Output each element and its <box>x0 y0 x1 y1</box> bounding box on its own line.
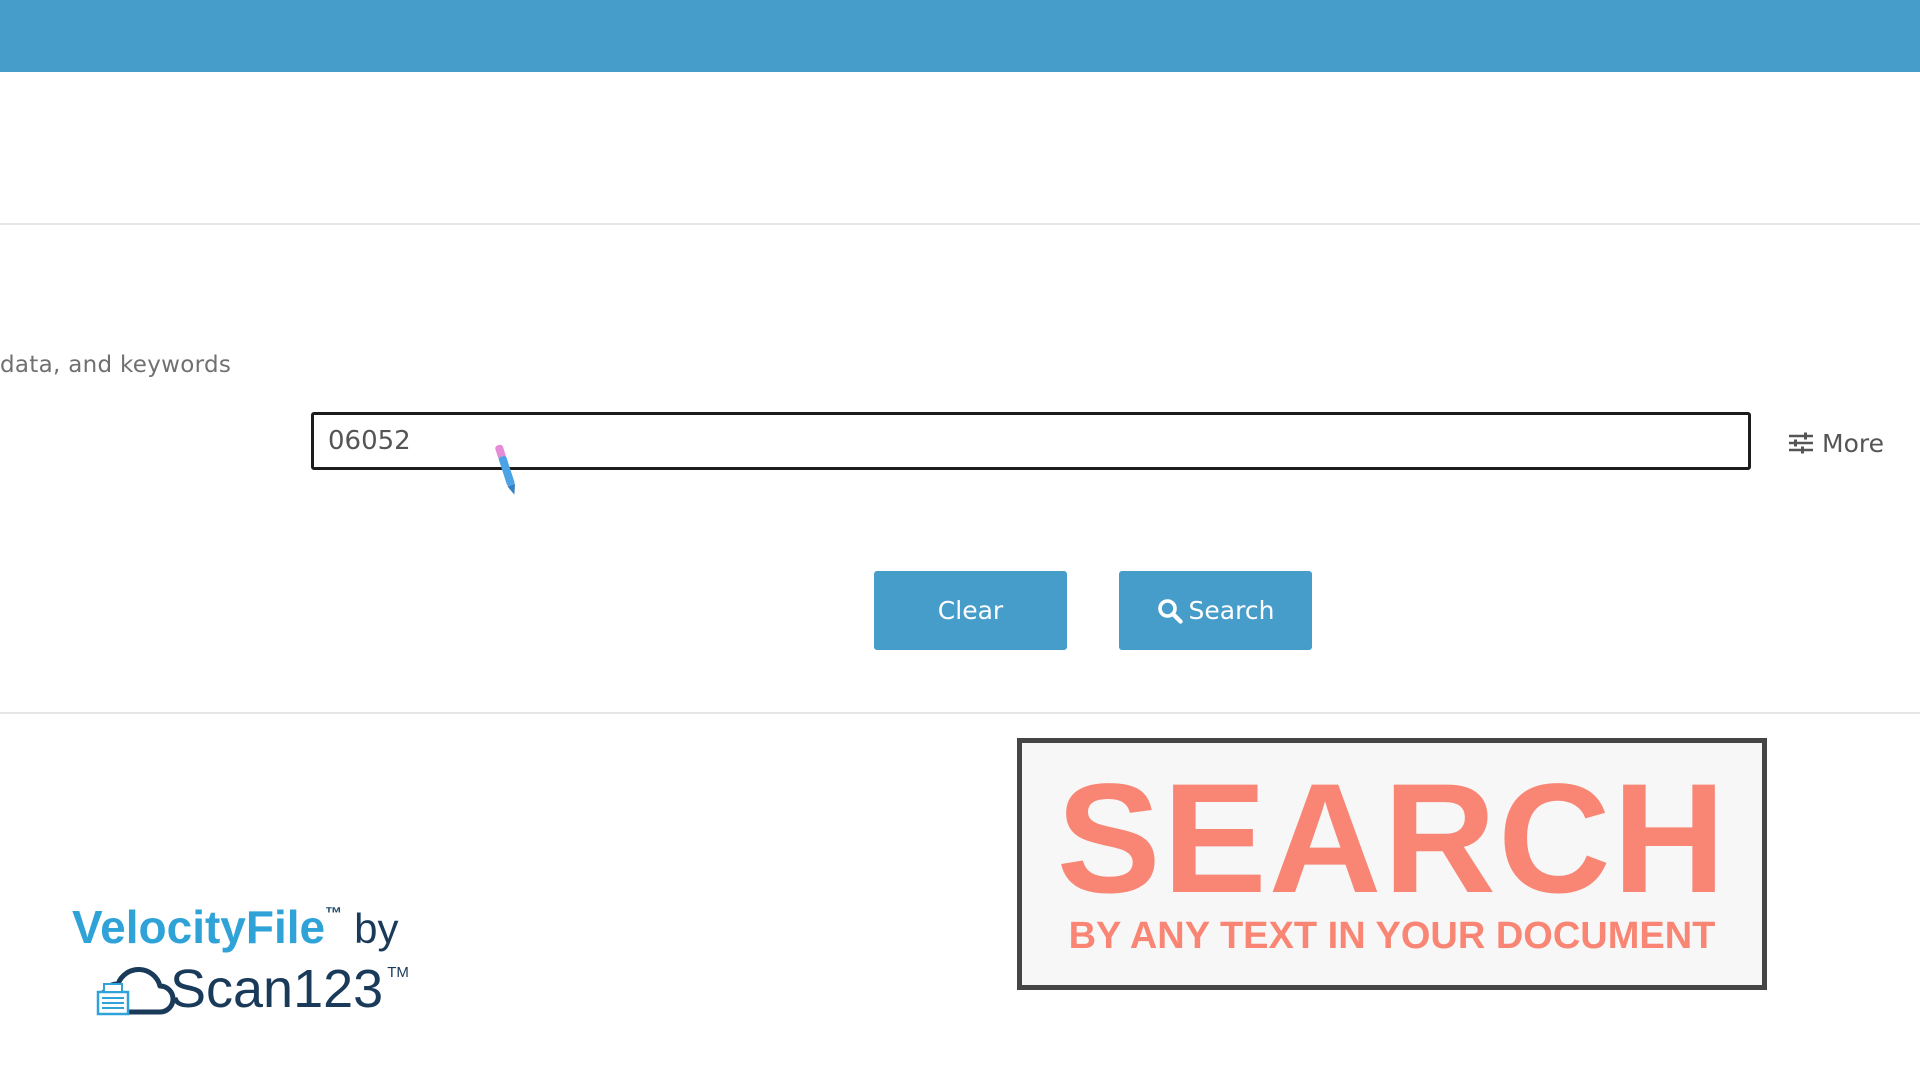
search-hint-text: data, and keywords <box>0 352 232 378</box>
promo-subtitle: BY ANY TEXT IN YOUR DOCUMENT <box>1068 915 1716 957</box>
logo-brand-trademark: ™ <box>325 904 343 923</box>
search-button-label: Search <box>1188 596 1275 625</box>
promo-banner: SEARCH BY ANY TEXT IN YOUR DOCUMENT <box>1017 738 1767 990</box>
cloud-documents-icon <box>96 966 176 1016</box>
logo-by-text: by <box>354 905 399 952</box>
clear-button[interactable]: Clear <box>874 571 1067 650</box>
top-header-bar <box>0 0 1920 72</box>
magnifier-icon <box>1157 598 1183 624</box>
search-button[interactable]: Search <box>1119 571 1312 650</box>
pen-cursor-icon <box>495 444 516 495</box>
velocityfile-logo: VelocityFile ™ by Scan123 TM <box>72 900 472 1030</box>
more-options-label: More <box>1822 428 1884 458</box>
promo-title: SEARCH <box>1056 752 1728 926</box>
section-divider-bottom <box>0 712 1920 714</box>
logo-company-trademark: TM <box>387 964 409 981</box>
logo-company-name: Scan123 <box>170 959 384 1019</box>
logo-brand-name: VelocityFile <box>72 901 326 953</box>
search-input[interactable] <box>311 412 1751 470</box>
more-options-link[interactable]: More <box>1788 425 1884 461</box>
sliders-icon <box>1789 432 1813 454</box>
section-divider-top <box>0 223 1920 225</box>
